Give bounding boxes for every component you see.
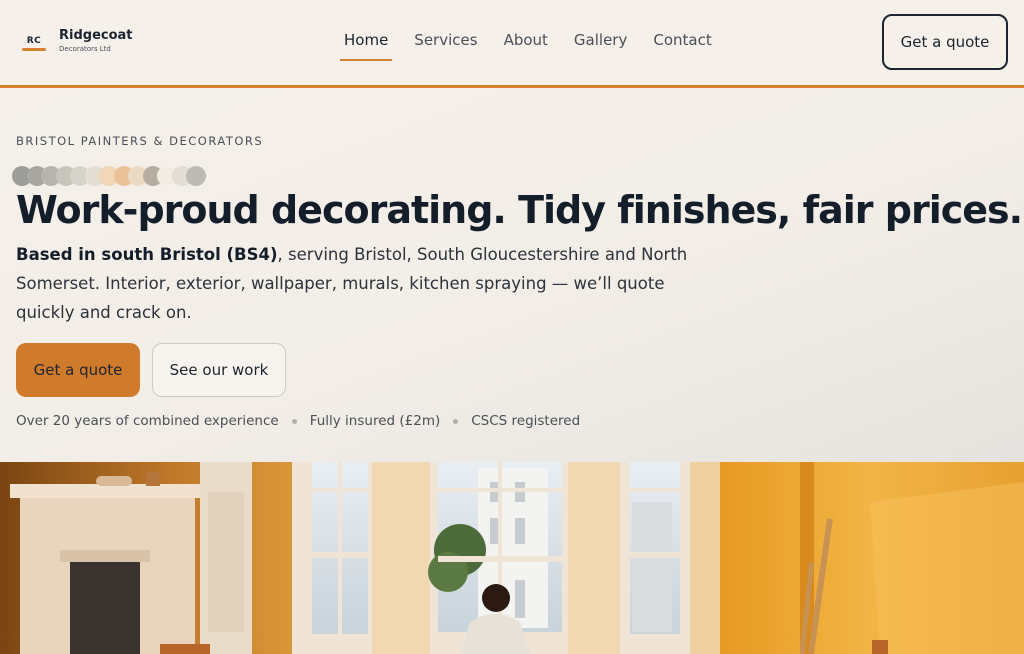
main-nav: Home Services About Gallery Contact xyxy=(339,30,738,62)
nav-services[interactable]: Services xyxy=(414,30,477,62)
logo-text: Ridgecoat Decorators Ltd xyxy=(59,28,133,54)
hero-section: BRISTOL PAINTERS & DECORATORS Work-proud… xyxy=(0,88,1024,462)
hero-description-strong: Based in south Bristol (BS4) xyxy=(16,245,278,264)
trust-insured: Fully insured (£2m) xyxy=(309,413,441,429)
decorator-room-image xyxy=(0,462,1024,654)
hero-eyebrow: BRISTOL PAINTERS & DECORATORS xyxy=(16,134,264,148)
nav-gallery[interactable]: Gallery xyxy=(574,30,627,62)
see-our-work-button[interactable]: See our work xyxy=(152,343,286,397)
logo-mark: RC xyxy=(22,36,46,51)
brand-logo[interactable]: RC Ridgecoat Decorators Ltd xyxy=(22,28,133,54)
site-header: RC Ridgecoat Decorators Ltd Home Service… xyxy=(0,0,1024,88)
nav-home[interactable]: Home xyxy=(339,30,393,62)
logo-underline xyxy=(22,48,46,51)
nav-contact[interactable]: Contact xyxy=(653,30,711,62)
trust-badges: Over 20 years of combined experience Ful… xyxy=(16,413,580,429)
brand-name: Ridgecoat xyxy=(59,28,133,43)
hero-title: Work-proud decorating. Tidy finishes, fa… xyxy=(16,188,1023,232)
hero-photo xyxy=(0,462,1024,654)
header-quote-button[interactable]: Get a quote xyxy=(882,14,1008,70)
hero-description: Based in south Bristol (BS4), serving Br… xyxy=(16,240,696,327)
paint-swatch xyxy=(186,166,206,186)
trust-experience: Over 20 years of combined experience xyxy=(16,413,279,429)
separator-dot xyxy=(291,418,297,424)
get-quote-button[interactable]: Get a quote xyxy=(16,343,140,397)
trust-cscs: CSCS registered xyxy=(471,413,581,429)
separator-dot xyxy=(453,418,459,424)
brand-subtitle: Decorators Ltd xyxy=(59,45,111,53)
nav-about[interactable]: About xyxy=(504,30,548,62)
logo-monogram: RC xyxy=(26,36,42,46)
